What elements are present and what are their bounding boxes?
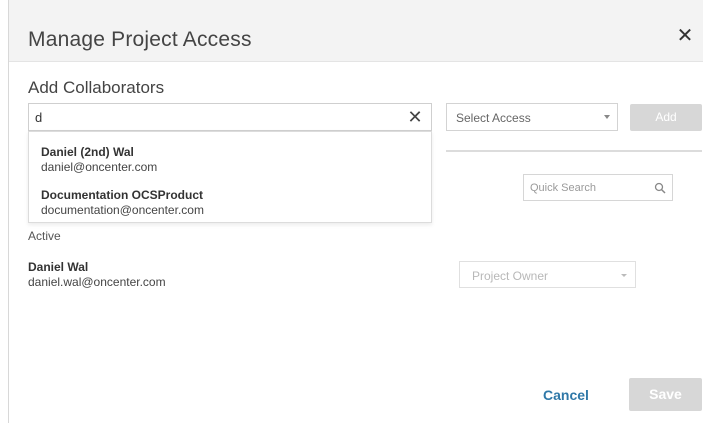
search-icon (654, 182, 666, 194)
collaborator-search-input[interactable] (35, 107, 395, 127)
clear-search-icon[interactable]: ✕ (406, 107, 424, 127)
dialog-footer (9, 360, 703, 423)
dialog-header: Manage Project Access ✕ (9, 0, 703, 62)
member-role-value: Project Owner (472, 269, 549, 283)
close-icon[interactable]: ✕ (674, 26, 696, 48)
member-email: daniel.wal@oncenter.com (28, 275, 166, 289)
cancel-button[interactable]: Cancel (536, 384, 596, 406)
suggestion-item[interactable]: Daniel (2nd) Wal daniel@oncenter.com (41, 145, 157, 174)
quick-search-field[interactable]: Quick Search (523, 174, 673, 201)
collaborator-search-field[interactable]: ✕ (28, 103, 432, 131)
member-name: Daniel Wal (28, 260, 89, 274)
suggestion-item[interactable]: Documentation OCSProduct documentation@o… (41, 188, 204, 217)
member-role-select[interactable]: Project Owner (459, 261, 636, 288)
status-label: Active (28, 229, 61, 243)
divider (446, 150, 702, 152)
quick-search-placeholder: Quick Search (530, 182, 597, 194)
access-level-select[interactable]: Select Access (446, 103, 618, 131)
manage-project-access-dialog: Manage Project Access ✕ Add Collaborator… (8, 0, 703, 423)
suggestion-name: Daniel (2nd) Wal (41, 145, 134, 159)
chevron-down-icon (604, 115, 610, 119)
member-row: Daniel Wal daniel.wal@oncenter.com (28, 260, 166, 289)
suggestion-name: Documentation OCSProduct (41, 188, 204, 202)
chevron-down-icon (621, 274, 627, 277)
save-button[interactable]: Save (629, 378, 702, 411)
add-button[interactable]: Add (630, 104, 702, 131)
dialog-title: Manage Project Access (28, 28, 252, 51)
suggestion-email: daniel@oncenter.com (41, 160, 158, 174)
access-level-select-value: Select Access (456, 111, 531, 125)
suggestion-email: documentation@oncenter.com (41, 203, 204, 217)
suggestion-dropdown: Daniel (2nd) Wal daniel@oncenter.com Doc… (28, 131, 432, 223)
add-collaborators-heading: Add Collaborators (28, 78, 165, 97)
